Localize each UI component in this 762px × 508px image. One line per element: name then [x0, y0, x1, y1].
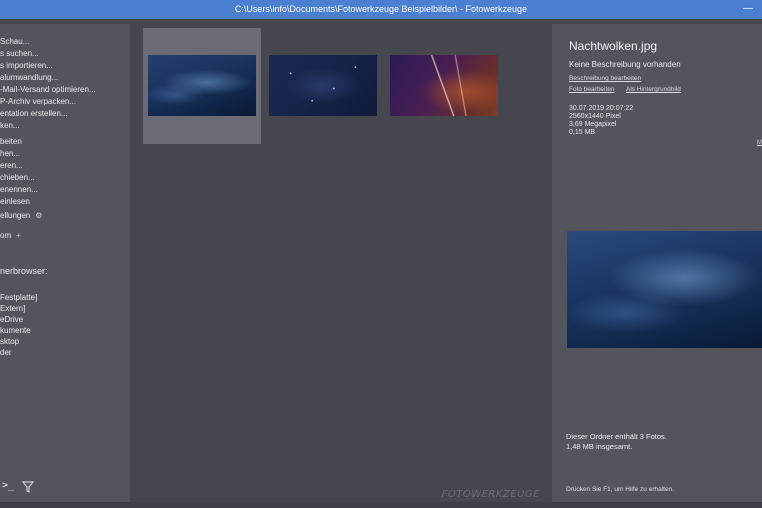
drive-item-desktop[interactable]: sktop [0, 336, 19, 347]
menu-item-read[interactable]: einlesen [0, 196, 30, 207]
thumbnail-image [390, 55, 498, 116]
console-icon[interactable]: >_ [2, 480, 14, 491]
detail-description: Keine Beschreibung vorhanden [569, 60, 681, 69]
drive-item-local[interactable]: Festplatte] [0, 292, 37, 303]
detail-filename: Nachtwolken.jpg [569, 39, 658, 53]
bottom-toolbar: >_ [0, 480, 130, 494]
window-title: C:\Users\info\Documents\Fotowerkzeuge Be… [234, 4, 528, 14]
folder-browser-heading: nerbrowser: [0, 266, 48, 276]
thumbnail-image [269, 55, 377, 116]
folder-photo-count: Dieser Ordner enthält 3 Fotos. [566, 432, 667, 441]
minimize-button[interactable]: — [742, 0, 754, 19]
menu-item-presentation[interactable]: entation erstellen... [0, 108, 68, 119]
thumbnail-grid: FOTOWERKZEUGE [130, 24, 552, 502]
plus-icon: + [16, 231, 21, 240]
map-link[interactable]: M [757, 140, 762, 146]
menu-item-view[interactable]: Schau... [0, 36, 29, 47]
detail-panel: Nachtwolken.jpg Keine Beschreibung vorha… [552, 24, 762, 502]
menu-item-zip[interactable]: P-Archiv verpacken... [0, 96, 76, 107]
filter-icon[interactable] [22, 481, 34, 493]
gear-icon: ⚙ [35, 211, 43, 220]
edit-photo-link[interactable]: Foto bearbeiten [569, 86, 615, 93]
brand-watermark: FOTOWERKZEUGE [441, 489, 540, 500]
help-hint: Drücken Sie F1, um Hilfe zu erhalten. [566, 486, 675, 493]
window-bottom-edge [0, 502, 762, 508]
edit-description-link[interactable]: Beschreibung bearbeiten [569, 75, 641, 82]
thumbnail-nachtwolken[interactable] [143, 28, 261, 144]
detail-megapixel: 3,69 Megapixel [569, 121, 617, 128]
menu-item-email[interactable]: -Mail-Versand optimieren... [0, 84, 96, 95]
menu-item-convert[interactable]: alumwandlung... [0, 72, 58, 83]
set-wallpaper-link[interactable]: Als Hintergrundbild [626, 86, 681, 93]
menu-item-zoom[interactable]: om + [0, 230, 21, 241]
drive-item-pictures[interactable]: der [0, 347, 12, 358]
menu-item-import[interactable]: s importieren... [0, 60, 53, 71]
thumbnail-meteor[interactable] [385, 28, 503, 144]
photo-preview[interactable] [567, 231, 762, 348]
menu-item-search[interactable]: s suchen... [0, 48, 39, 59]
detail-date: 30.07.2019 20:07:22 [569, 105, 634, 112]
detail-filesize: 0,15 MB [569, 129, 596, 136]
detail-resolution: 2560x1440 Pixel [569, 113, 621, 120]
thumbnail-image [148, 55, 256, 116]
thumbnail-sterne[interactable] [264, 28, 382, 144]
menu-item-settings[interactable]: ellungen ⚙ [0, 210, 42, 221]
drive-item-onedrive[interactable]: eDrive [0, 314, 23, 325]
drive-item-external[interactable]: Extern] [0, 303, 25, 314]
menu-item-copy[interactable]: eren... [0, 160, 23, 171]
menu-item-print[interactable]: ken... [0, 120, 20, 131]
menu-item-edit[interactable]: beiten [0, 136, 22, 147]
folder-total-size: 1,48 MB insgesamt. [566, 442, 633, 451]
drive-item-documents[interactable]: kumente [0, 325, 31, 336]
left-panel: Schau... s suchen... s importieren... al… [0, 24, 130, 502]
menu-item-move[interactable]: chieben... [0, 172, 35, 183]
menu-item-delete[interactable]: hen... [0, 148, 20, 159]
title-bar: C:\Users\info\Documents\Fotowerkzeuge Be… [0, 0, 762, 19]
menu-item-rename[interactable]: enennen... [0, 184, 38, 195]
